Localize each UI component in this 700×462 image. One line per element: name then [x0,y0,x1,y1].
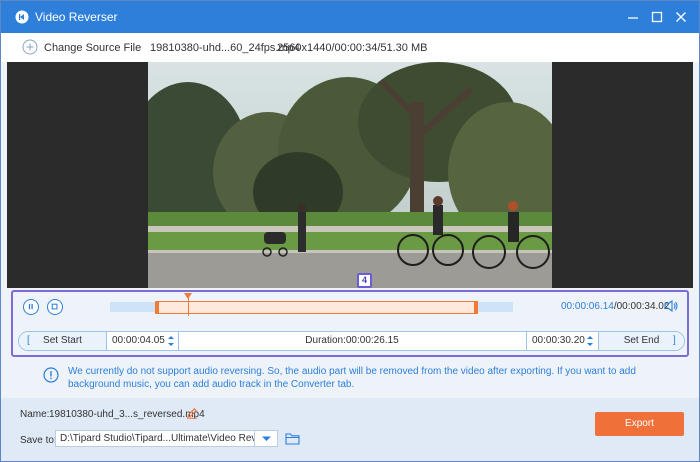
trim-row: [ Set Start 00:00:04.05 Duration:00:00:2… [18,331,685,351]
set-start-label: Set Start [43,335,82,346]
info-icon [43,367,59,383]
minimize-icon[interactable] [625,9,641,25]
close-icon[interactable] [673,9,689,25]
stop-icon[interactable] [47,299,63,315]
app-logo-icon [15,10,29,24]
end-time-field[interactable]: 00:00:30.20 [532,332,585,350]
video-preview [7,62,693,288]
folder-icon[interactable] [285,432,300,445]
save-to-label: Save to: [20,435,57,446]
maximize-icon[interactable] [649,9,665,25]
set-end-button[interactable]: Set End ] [598,332,684,350]
name-label: Name: [20,409,50,420]
output-settings: Name: 19810380-uhd_3...s_reversed.mp4 Sa… [1,398,699,461]
video-reverser-window: Video Reverser Change Source File 198103… [0,0,700,462]
save-path-value: D:\Tipard Studio\Tipard...Ultimate\Video… [60,433,278,444]
change-source-file-button[interactable]: Change Source File [44,42,141,54]
source-file-info: 2560x1440/00:00:34/51.30 MB [277,42,428,54]
time-readout: 00:00:06.14/00:00:34.02 [561,301,669,312]
audio-notice: We currently do not support audio revers… [68,366,636,390]
title-bar: Video Reverser [1,1,699,33]
set-start-button[interactable]: [ Set Start [19,332,107,350]
source-bar: Change Source File 19810380-uhd...60_24f… [1,33,699,62]
range-end-handle[interactable] [474,301,478,314]
save-path-dropdown[interactable] [254,431,277,446]
pencil-icon[interactable] [186,407,198,419]
bracket-end-icon: ] [673,335,676,346]
output-file-name: 19810380-uhd_3...s_reversed.mp4 [49,409,205,420]
selected-range[interactable] [157,301,478,314]
duration-label: Duration:00:00:26.15 [305,335,399,346]
start-time-field[interactable]: 00:00:04.05 [112,332,165,350]
set-end-label: Set End [623,335,660,346]
end-time-stepper[interactable] [586,334,594,348]
playback-trim-panel: 00:00:06.14/00:00:34.02 [ Set Start 00:0… [11,290,689,357]
volume-icon[interactable] [663,299,679,313]
annotation-badge: 4 [357,273,372,288]
export-button[interactable]: Export [595,412,684,436]
range-start-handle[interactable] [155,301,159,314]
bracket-start-icon: [ [27,335,30,346]
window-title: Video Reverser [35,10,118,24]
playhead-marker[interactable] [184,293,192,299]
video-frame-image [148,62,552,288]
pause-icon[interactable] [23,299,39,315]
divider [526,332,527,350]
save-path-select[interactable]: D:\Tipard Studio\Tipard...Ultimate\Video… [55,430,278,447]
chevron-down-icon [262,436,271,441]
plus-icon[interactable] [22,39,38,55]
total-time: /00:00:34.02 [613,301,670,312]
current-time: 00:00:06.14 [561,301,614,312]
start-time-stepper[interactable] [167,334,175,348]
